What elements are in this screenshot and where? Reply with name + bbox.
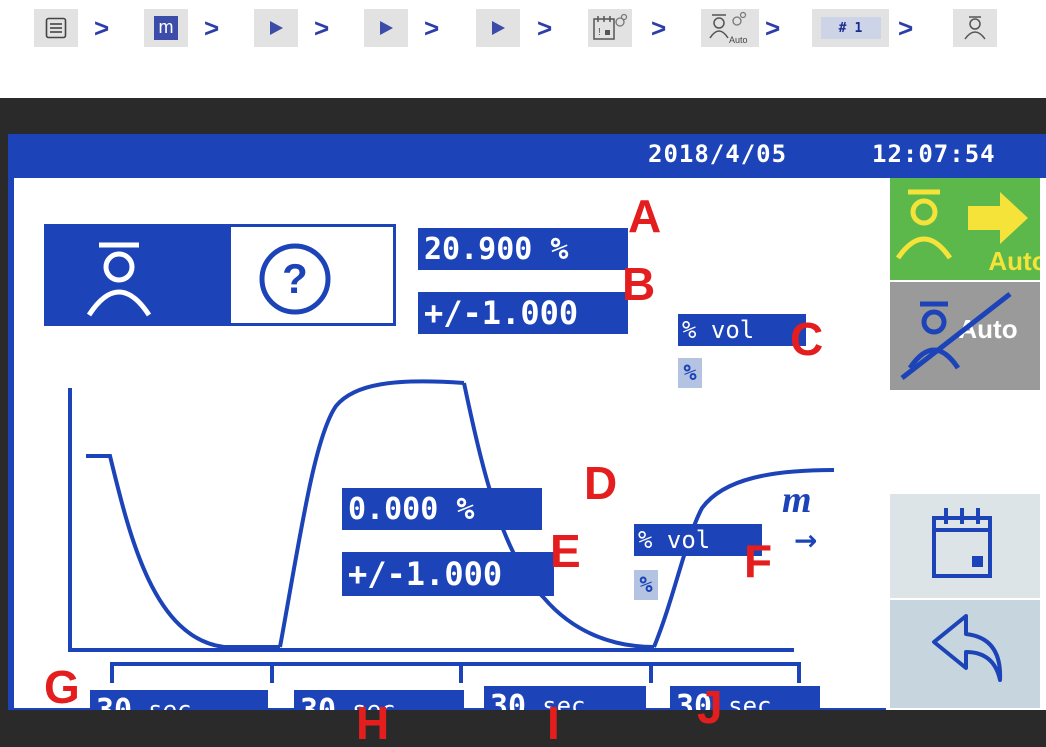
- breadcrumb-separator: >: [651, 13, 667, 43]
- breadcrumb-separator: >: [537, 13, 553, 43]
- time-1-unit: sec: [148, 696, 192, 710]
- date-display: 2018/4/05: [648, 140, 788, 168]
- annotation-F: F: [744, 535, 773, 587]
- annotation-I: I: [547, 697, 560, 747]
- zero-unit-field[interactable]: % vol: [634, 524, 762, 556]
- m-arrow-icon: →: [794, 524, 818, 557]
- channel-number-button[interactable]: #1: [812, 9, 889, 47]
- annotation-A: A: [628, 190, 662, 242]
- person-gear-auto-icon[interactable]: Auto: [701, 9, 759, 47]
- disable-auto-button[interactable]: Auto: [890, 282, 1040, 390]
- channel-number-value: 1: [854, 20, 863, 36]
- auto-mode-button[interactable]: Auto: [890, 178, 1040, 280]
- back-button[interactable]: [890, 600, 1040, 708]
- person-auto-crossed-icon: Auto: [900, 292, 1018, 380]
- time-display: 12:07:54: [872, 140, 996, 168]
- reference-value-field[interactable]: 20.900 %: [418, 228, 628, 270]
- reference-tolerance-field[interactable]: +/-1.000: [418, 292, 628, 334]
- annotation-H: H: [356, 697, 390, 747]
- breadcrumb-separator: >: [204, 13, 220, 43]
- m-label: m: [782, 479, 812, 521]
- reference-unit-field[interactable]: % vol: [678, 314, 806, 346]
- manual-mode-label: m: [154, 16, 178, 40]
- zero-unit-alt[interactable]: %: [634, 570, 658, 600]
- person-icon[interactable]: [953, 9, 997, 47]
- hash-symbol: #: [838, 20, 847, 36]
- play-icon[interactable]: [364, 9, 408, 47]
- time-2-value: 30: [300, 692, 337, 711]
- person-auto-icon: Auto: [895, 189, 1040, 276]
- time-field-4[interactable]: 30 sec: [670, 686, 820, 710]
- auto-label: Auto: [988, 246, 1040, 276]
- right-toolbar: Auto Auto: [886, 178, 1046, 710]
- annotation-G: G: [44, 661, 80, 713]
- manual-mode-icon[interactable]: m: [144, 9, 188, 47]
- annotation-E: E: [550, 525, 581, 577]
- auto-text: Auto: [729, 35, 748, 45]
- svg-text:!: !: [598, 27, 601, 38]
- breadcrumb: > m > > > > ! > Auto > #1 >: [0, 9, 1046, 47]
- menu-icon[interactable]: [34, 9, 78, 47]
- time-3-value: 30: [490, 688, 527, 711]
- time-field-3[interactable]: 30 sec: [484, 686, 646, 710]
- breadcrumb-separator: >: [898, 13, 914, 43]
- calendar-button[interactable]: [890, 494, 1040, 598]
- play-icon[interactable]: [476, 9, 520, 47]
- annotation-B: B: [622, 258, 656, 310]
- play-icon[interactable]: [254, 9, 298, 47]
- device-photo: 2018/4/05 12:07:54 ? 20.900 % +/-1.000 %…: [0, 98, 1046, 747]
- breadcrumb-separator: >: [765, 13, 781, 43]
- time-field-1[interactable]: 30 sec: [90, 690, 268, 710]
- time-4-unit: sec: [728, 692, 772, 710]
- annotation-C: C: [790, 313, 824, 365]
- reference-unit-alt[interactable]: %: [678, 358, 702, 388]
- device-screen: 2018/4/05 12:07:54 ? 20.900 % +/-1.000 %…: [8, 134, 1046, 710]
- calendar-icon: [932, 508, 992, 578]
- zero-tolerance-field[interactable]: +/-1.000: [342, 552, 554, 596]
- zero-value-field[interactable]: 0.000 %: [342, 488, 542, 530]
- time-1-value: 30: [96, 692, 133, 711]
- calibration-panel: ? 20.900 % +/-1.000 % vol % 0.000 % +/-1…: [14, 178, 888, 711]
- breadcrumb-separator: >: [314, 13, 330, 43]
- calendar-gear-icon[interactable]: !: [588, 9, 632, 47]
- breadcrumb-separator: >: [94, 13, 110, 43]
- breadcrumb-separator: >: [424, 13, 440, 43]
- annotation-J: J: [697, 681, 723, 733]
- annotation-D: D: [584, 457, 618, 509]
- back-arrow-icon: [932, 614, 1003, 682]
